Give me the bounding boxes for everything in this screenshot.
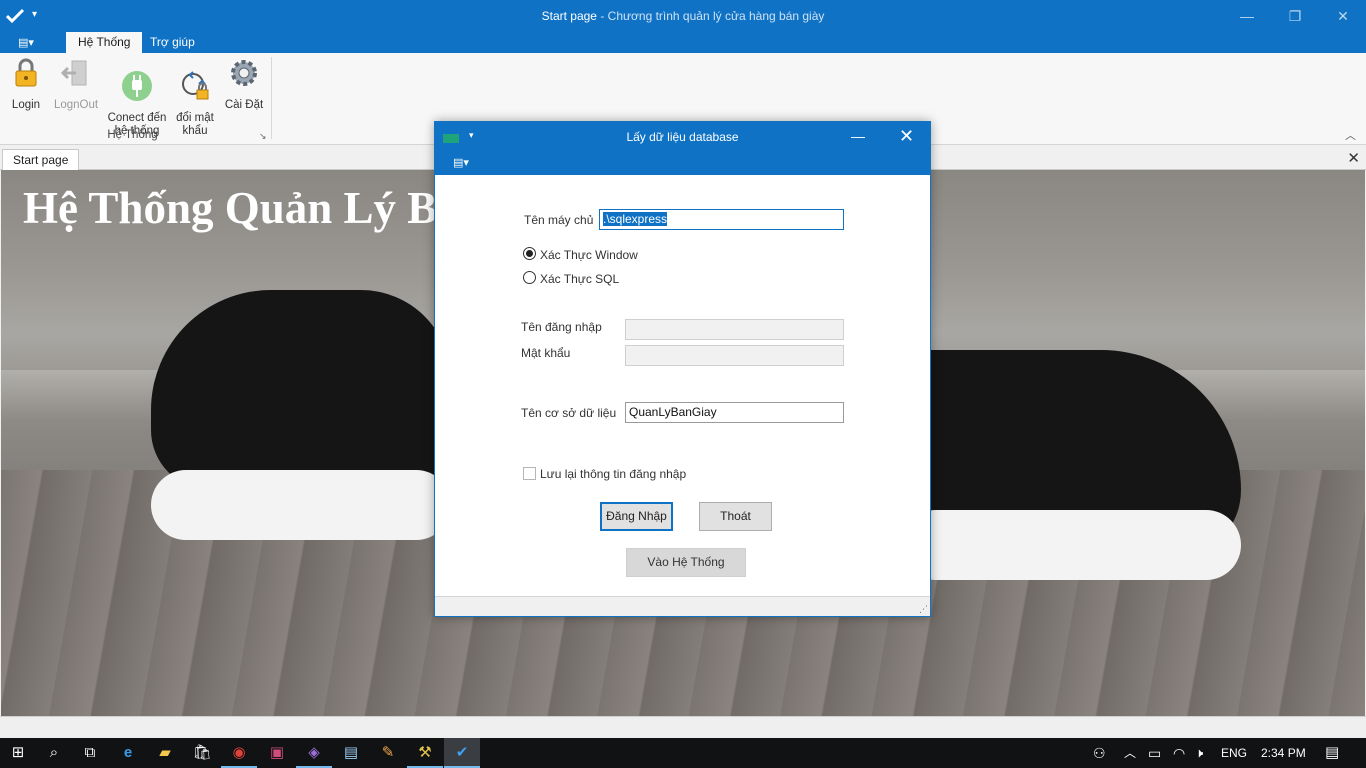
tray-chevron-icon[interactable]: ︿ bbox=[1124, 738, 1136, 768]
title-bar: ▾ Start page - Chương trình quản lý cửa … bbox=[0, 0, 1366, 32]
edge-icon[interactable]: e bbox=[110, 738, 146, 768]
dialog-status-bar: ⋰ bbox=[435, 596, 930, 616]
plug-icon bbox=[122, 71, 152, 101]
database-input[interactable]: QuanLyBanGiay bbox=[625, 402, 844, 423]
dialog-close-button[interactable]: ✕ bbox=[899, 126, 914, 147]
chrome-icon[interactable]: ◉ bbox=[221, 738, 257, 768]
window-title: Start page - Chương trình quản lý cửa hà… bbox=[0, 9, 1366, 23]
settings-label: Cài Đặt bbox=[224, 99, 264, 111]
close-button[interactable]: ✕ bbox=[1328, 4, 1358, 28]
app-icon-1[interactable]: ▣ bbox=[259, 738, 295, 768]
window-title-main: Start page bbox=[541, 9, 597, 23]
right-shoe-sole bbox=[901, 510, 1241, 580]
resize-grip-icon[interactable]: ⋰ bbox=[919, 604, 928, 615]
collapse-ribbon-icon[interactable]: ︿ bbox=[1345, 127, 1356, 143]
visual-studio-icon[interactable]: ◈ bbox=[296, 738, 332, 768]
server-input-value: .\sqlexpress bbox=[603, 212, 668, 226]
search-icon[interactable]: ⌕ bbox=[36, 738, 72, 768]
server-label: Tên máy chủ bbox=[524, 213, 594, 227]
paint-icon[interactable]: ✎ bbox=[370, 738, 406, 768]
restore-button[interactable]: ❐ bbox=[1280, 4, 1310, 28]
connect-button[interactable]: Conect đến hệ thống bbox=[106, 57, 168, 138]
dialog-title-bar: ▾ Lấy dữ liệu database — ✕ bbox=[435, 122, 930, 152]
left-shoe-upper bbox=[151, 290, 451, 490]
task-view-icon[interactable]: ⧉ bbox=[72, 738, 108, 768]
auth-sql-radio[interactable] bbox=[523, 271, 536, 284]
close-document-icon[interactable]: ✕ bbox=[1347, 149, 1360, 167]
wifi-icon[interactable]: ◠ bbox=[1173, 738, 1185, 768]
password-label: Mật khẩu bbox=[521, 346, 571, 360]
logout-button[interactable]: LognOut bbox=[52, 57, 100, 112]
remember-checkbox[interactable] bbox=[523, 467, 536, 480]
battery-icon[interactable]: ▭ bbox=[1148, 738, 1161, 768]
database-dialog: ▾ Lấy dữ liệu database — ✕ ▤▾ Tên máy ch… bbox=[434, 121, 931, 617]
logout-label: LognOut bbox=[53, 99, 99, 111]
tool-icon[interactable]: ⚒ bbox=[407, 738, 443, 768]
logout-icon bbox=[60, 60, 87, 86]
exit-button[interactable]: Thoát bbox=[699, 502, 772, 531]
change-password-icon bbox=[182, 71, 209, 100]
group-launcher-icon[interactable]: ↘ bbox=[259, 131, 267, 142]
database-label: Tên cơ sở dữ liệu bbox=[521, 406, 617, 420]
file-explorer-icon[interactable]: ▰ bbox=[147, 738, 183, 768]
language-indicator[interactable]: ENG bbox=[1221, 738, 1247, 768]
window-title-sub: - Chương trình quản lý cửa hàng bán giày bbox=[596, 9, 825, 23]
taskbar: ⊞ ⌕ ⧉ e ▰ 🛍 ◉ ▣ ◈ ▤ ✎ ⚒ ✔ ⚇ ︿ ▭ ◠ 🕨 ENG … bbox=[0, 738, 1366, 768]
minimize-button[interactable]: — bbox=[1232, 4, 1262, 28]
server-input[interactable]: .\sqlexpress bbox=[599, 209, 844, 230]
settings-button[interactable]: Cài Đặt bbox=[222, 57, 266, 112]
gear-icon bbox=[231, 60, 257, 86]
app-menu-button[interactable]: ▤▾ bbox=[18, 36, 44, 50]
left-shoe-sole bbox=[151, 470, 451, 540]
change-password-button[interactable]: đổi mật khẩu bbox=[174, 57, 216, 138]
login-submit-button[interactable]: Đăng Nhập bbox=[600, 502, 673, 531]
store-icon[interactable]: 🛍 bbox=[184, 738, 220, 768]
ribbon-group-label: Hệ Thống bbox=[107, 129, 158, 141]
dialog-menu-bar: ▤▾ bbox=[435, 152, 930, 175]
tab-he-thong[interactable]: Hệ Thống bbox=[66, 32, 143, 53]
login-label: Login bbox=[11, 99, 41, 111]
start-button[interactable]: ⊞ bbox=[0, 738, 36, 768]
ribbon-group-separator bbox=[271, 57, 272, 139]
app-running-icon[interactable]: ✔ bbox=[444, 738, 480, 768]
dialog-minimize-button[interactable]: — bbox=[851, 128, 865, 144]
ribbon-tab-row: ▤▾ Hệ Thống Trợ giúp bbox=[0, 32, 1366, 53]
notification-icon[interactable]: ▤ bbox=[1325, 738, 1339, 768]
volume-icon[interactable]: 🕨 bbox=[1195, 738, 1203, 768]
notepad-icon[interactable]: ▤ bbox=[333, 738, 369, 768]
username-label: Tên đăng nhập bbox=[521, 320, 602, 334]
password-input[interactable] bbox=[625, 345, 844, 366]
username-input[interactable] bbox=[625, 319, 844, 340]
enter-system-button[interactable]: Vào Hệ Thống bbox=[626, 548, 746, 577]
login-button[interactable]: Login bbox=[8, 57, 44, 112]
remember-label[interactable]: Lưu lại thông tin đăng nhập bbox=[540, 467, 686, 481]
auth-sql-label[interactable]: Xác Thực SQL bbox=[540, 272, 619, 286]
tab-tro-giup[interactable]: Trợ giúp bbox=[138, 32, 207, 53]
status-bar bbox=[0, 716, 1366, 738]
clock[interactable]: 2:34 PM bbox=[1261, 738, 1306, 768]
tab-start-page[interactable]: Start page bbox=[2, 149, 80, 171]
auth-windows-label[interactable]: Xác Thực Window bbox=[540, 248, 638, 262]
dialog-menu-button[interactable]: ▤▾ bbox=[453, 156, 469, 169]
people-icon[interactable]: ⚇ bbox=[1093, 738, 1106, 768]
auth-windows-radio[interactable] bbox=[523, 247, 536, 260]
padlock-icon bbox=[15, 58, 37, 87]
